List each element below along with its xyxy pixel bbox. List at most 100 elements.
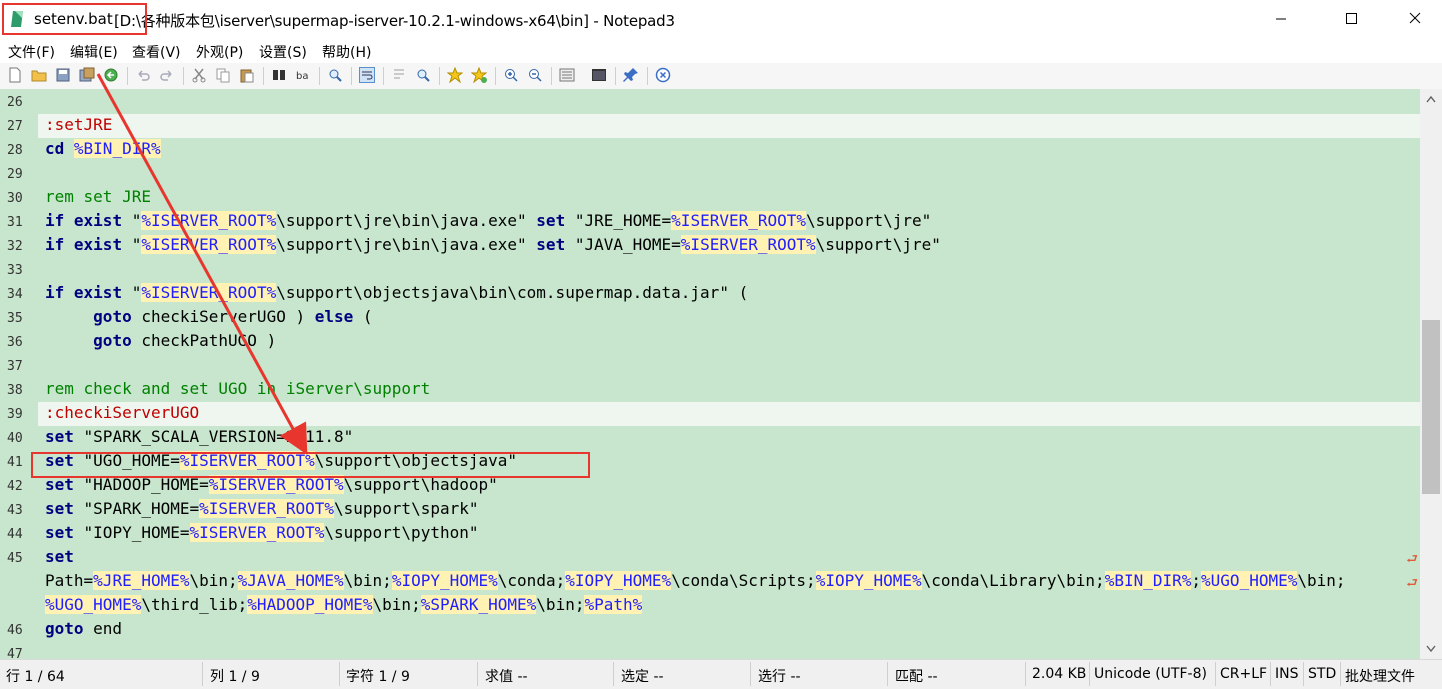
code-line[interactable]: rem set JRE — [45, 185, 151, 209]
add-favorite-icon[interactable] — [471, 67, 487, 83]
word-wrap-icon[interactable] — [359, 67, 375, 83]
status-line[interactable]: 行 1 / 64 — [6, 666, 65, 686]
toolbar-separator — [319, 67, 320, 85]
zoom-out-icon[interactable] — [527, 67, 543, 83]
status-separator — [1089, 662, 1090, 686]
toolbar-separator — [183, 67, 184, 85]
code-line[interactable]: set "IOPY_HOME=%ISERVER_ROOT%\support\py… — [45, 521, 478, 545]
status-selected-lines[interactable]: 选行 -- — [758, 666, 801, 686]
new-file-icon[interactable] — [7, 67, 23, 83]
status-char[interactable]: 字符 1 / 9 — [346, 666, 410, 686]
undo-icon[interactable] — [135, 67, 151, 83]
scroll-up-arrow-icon[interactable] — [1426, 95, 1436, 103]
line-number: 40 — [7, 431, 23, 446]
menu-view[interactable]: 查看(V) — [132, 42, 181, 62]
replace-icon[interactable]: ba — [295, 67, 311, 83]
maximize-icon — [1346, 13, 1357, 24]
menu-edit[interactable]: 编辑(E) — [70, 42, 118, 62]
menu-appearance[interactable]: 外观(P) — [196, 42, 243, 62]
status-separator — [613, 662, 614, 686]
status-separator — [339, 662, 340, 686]
zoom-lens-icon[interactable] — [415, 67, 431, 83]
editor-area[interactable]: 26 27 28 29 30 31 32 33 34 35 36 37 38 3… — [0, 89, 1420, 659]
status-ins[interactable]: INS — [1275, 666, 1299, 682]
status-lexer[interactable]: 批处理文件 — [1345, 666, 1415, 686]
close-button[interactable] — [1392, 0, 1438, 38]
line-number: 41 — [7, 455, 23, 470]
zoom-in-icon[interactable] — [503, 67, 519, 83]
wrap-settings-icon[interactable] — [391, 67, 407, 83]
pin-icon[interactable] — [623, 67, 639, 83]
line-number: 31 — [7, 215, 23, 230]
save-icon[interactable] — [55, 67, 71, 83]
status-separator — [750, 662, 751, 686]
code-line[interactable]: :setJRE — [45, 113, 112, 137]
scrollbar-thumb[interactable] — [1422, 320, 1440, 494]
line-number: 47 — [7, 647, 23, 659]
line-number: 28 — [7, 143, 23, 158]
toolbar-separator — [127, 67, 128, 85]
annotation-title-highlight — [2, 3, 147, 35]
status-encoding[interactable]: Unicode (UTF-8) — [1094, 666, 1207, 682]
revert-icon[interactable] — [103, 67, 119, 83]
code-line-wrapped[interactable]: %UGO_HOME%\third_lib;%HADOOP_HOME%\bin;%… — [45, 593, 643, 617]
line-number: 42 — [7, 479, 23, 494]
code-line[interactable]: set "SPARK_SCALA_VERSION=2.11.8" — [45, 425, 353, 449]
minimize-button[interactable] — [1258, 0, 1304, 38]
toolbar-separator — [615, 67, 616, 85]
code-line[interactable]: :checkiServerUGO — [45, 401, 199, 425]
code-line[interactable]: cd %BIN_DIR% — [45, 137, 161, 161]
code-line[interactable]: goto end — [45, 617, 122, 641]
code-line[interactable]: goto checkPathUGO ) — [45, 329, 276, 353]
menu-settings[interactable]: 设置(S) — [259, 42, 307, 62]
status-column[interactable]: 列 1 / 9 — [210, 666, 260, 686]
status-match[interactable]: 匹配 -- — [895, 666, 938, 686]
current-line-highlight — [38, 114, 1420, 138]
schema-icon[interactable] — [559, 67, 575, 83]
status-eval[interactable]: 求值 -- — [485, 666, 528, 686]
close-circle-icon[interactable] — [655, 67, 671, 83]
menu-file[interactable]: 文件(F) — [8, 42, 55, 62]
find-icon[interactable] — [271, 67, 287, 83]
scroll-down-arrow-icon[interactable] — [1426, 645, 1436, 653]
code-line[interactable]: rem check and set UGO in iServer\support — [45, 377, 430, 401]
status-eol[interactable]: CR+LF — [1220, 666, 1267, 682]
toolbar-separator — [495, 67, 496, 85]
toolbar-separator — [383, 67, 384, 85]
copy-icon[interactable] — [215, 67, 231, 83]
status-std[interactable]: STD — [1308, 666, 1336, 682]
line-number: 45 — [7, 551, 23, 566]
maximize-button[interactable] — [1328, 0, 1374, 38]
svg-text:ba: ba — [296, 71, 308, 82]
find-in-files-icon[interactable] — [327, 67, 343, 83]
status-separator — [1303, 662, 1304, 686]
favorites-icon[interactable] — [447, 67, 463, 83]
code-line[interactable]: if exist "%ISERVER_ROOT%\support\jre\bin… — [45, 209, 931, 233]
code-line[interactable]: goto checkiServerUGO ) else ( — [45, 305, 372, 329]
code-line[interactable]: if exist "%ISERVER_ROOT%\support\objects… — [45, 281, 748, 305]
toolbar-separator — [351, 67, 352, 85]
cut-icon[interactable] — [191, 67, 207, 83]
line-number: 30 — [7, 191, 23, 206]
code-line-wrapped[interactable]: Path=%JRE_HOME%\bin;%JAVA_HOME%\bin;%IOP… — [45, 569, 1346, 593]
terminal-icon[interactable] — [591, 67, 607, 83]
line-number: 36 — [7, 335, 23, 350]
annotation-line-highlight — [31, 452, 590, 478]
line-number: 43 — [7, 503, 23, 518]
code-line[interactable]: set — [45, 545, 74, 569]
status-selection[interactable]: 选定 -- — [621, 666, 664, 686]
status-separator — [1340, 662, 1341, 686]
status-separator — [1215, 662, 1216, 686]
code-line[interactable]: set "SPARK_HOME=%ISERVER_ROOT%\support\s… — [45, 497, 479, 521]
toolbar-separator — [439, 67, 440, 85]
save-as-icon[interactable] — [79, 67, 95, 83]
code-line[interactable]: if exist "%ISERVER_ROOT%\support\jre\bin… — [45, 233, 941, 257]
redo-icon[interactable] — [159, 67, 175, 83]
menu-help[interactable]: 帮助(H) — [322, 42, 371, 62]
open-folder-icon[interactable] — [31, 67, 47, 83]
line-number: 29 — [7, 167, 23, 182]
status-file-size[interactable]: 2.04 KB — [1032, 666, 1086, 682]
paste-icon[interactable] — [239, 67, 255, 83]
toolbar: ba — [0, 63, 1442, 90]
status-separator — [477, 662, 478, 686]
